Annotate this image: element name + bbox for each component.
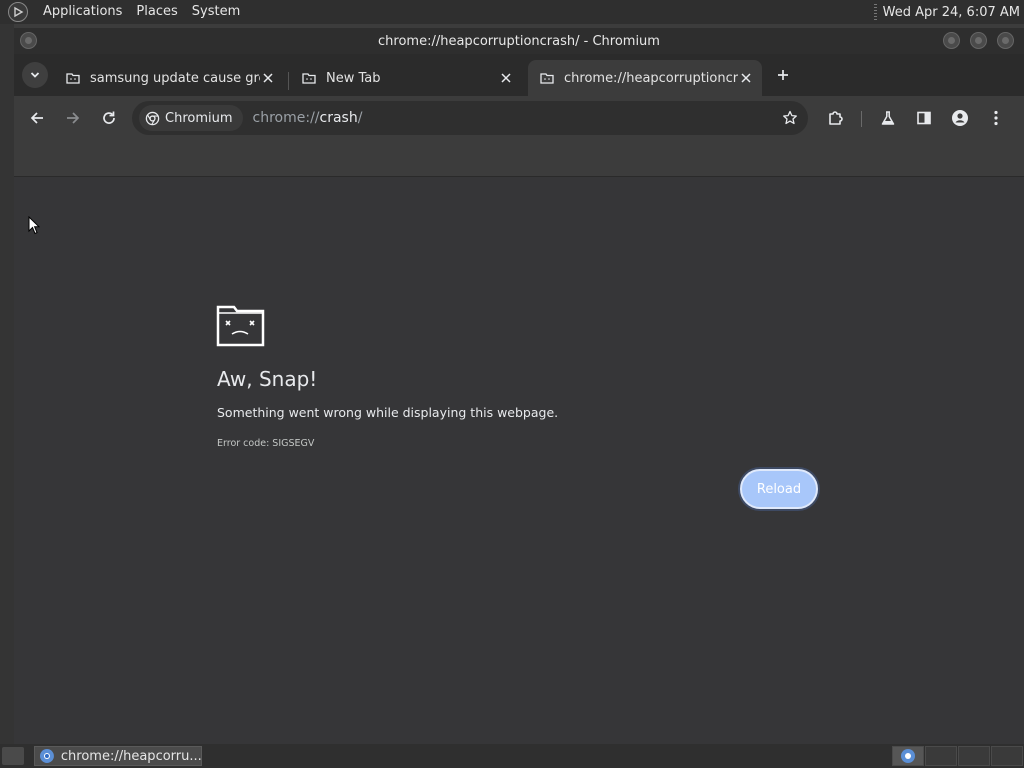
error-code: Error code: SIGSEGV (217, 438, 315, 449)
sad-file-icon (302, 73, 316, 84)
browser-window: chrome://heapcorruptioncrash/ - Chromium… (14, 28, 1024, 744)
chromium-logo-icon (39, 749, 54, 763)
taskbar-item-label: chrome://heapcorru... (60, 748, 201, 764)
arrow-right-icon (67, 112, 80, 124)
arrow-left-icon (30, 112, 43, 124)
chevron-down-icon (30, 72, 40, 78)
bottom-panel: chrome://heapcorru... (0, 744, 1024, 768)
bookmarks-bar (14, 140, 1024, 177)
sad-file-icon (66, 73, 80, 84)
minimize-button[interactable] (943, 32, 960, 49)
url-text[interactable]: chrome://crash/ (253, 110, 363, 126)
avatar-icon (952, 110, 968, 126)
back-button[interactable] (25, 106, 49, 130)
url-host: crash (319, 110, 358, 126)
applications-menu[interactable]: Applications (36, 0, 129, 24)
forward-button[interactable] (61, 106, 85, 130)
tab-title: chrome://heapcorruptioncrash/ (564, 70, 738, 86)
tab-divider (288, 72, 289, 90)
close-tab-icon[interactable] (498, 70, 514, 86)
profile-button[interactable] (948, 106, 972, 130)
url-path: / (357, 110, 363, 126)
top-panel: Applications Places System Wed Apr 24, 6… (0, 0, 1024, 24)
sad-file-icon (540, 73, 554, 84)
mouse-cursor-icon (28, 216, 40, 235)
desktop-edge (0, 24, 14, 744)
new-tab-button[interactable] (772, 64, 794, 86)
menu-button[interactable] (984, 106, 1008, 130)
workspace-2[interactable] (925, 746, 957, 766)
kebab-menu-icon (994, 110, 998, 126)
taskbar-item-chromium[interactable]: chrome://heapcorru... (34, 746, 202, 766)
workspace-3[interactable] (958, 746, 990, 766)
puzzle-icon (829, 111, 843, 125)
maximize-button[interactable] (970, 32, 987, 49)
plus-icon (778, 70, 788, 80)
flask-icon (881, 111, 895, 125)
window-title-bar[interactable]: chrome://heapcorruptioncrash/ - Chromium (14, 28, 1024, 54)
tab-search-button[interactable] (22, 62, 48, 88)
chromium-logo-icon (901, 749, 915, 763)
window-menu-button[interactable] (20, 32, 37, 49)
reload-button[interactable]: Reload (740, 469, 818, 509)
clock[interactable]: Wed Apr 24, 6:07 AM (883, 5, 1020, 20)
bookmark-star-button[interactable] (780, 108, 800, 128)
tab-3-active[interactable]: chrome://heapcorruptioncrash/ (528, 60, 762, 96)
window-title: chrome://heapcorruptioncrash/ - Chromium (378, 33, 660, 49)
tab-title: samsung update cause green (90, 70, 260, 86)
tab-2[interactable]: New Tab (290, 60, 522, 96)
side-panel-button[interactable] (912, 106, 936, 130)
workspace-4[interactable] (991, 746, 1023, 766)
tab-title: New Tab (326, 70, 381, 86)
error-message: Something went wrong while displaying th… (217, 405, 559, 420)
side-panel-icon (917, 111, 931, 125)
url-scheme: chrome:// (252, 110, 320, 126)
show-desktop-button[interactable] (2, 747, 24, 765)
chromium-logo-icon (145, 111, 160, 125)
close-tab-icon[interactable] (260, 70, 276, 86)
close-window-button[interactable] (997, 32, 1014, 49)
omnibox[interactable]: Chromium chrome://crash/ (132, 101, 808, 135)
refresh-icon (103, 111, 115, 124)
distro-logo-icon[interactable] (8, 2, 28, 22)
places-menu[interactable]: Places (129, 0, 184, 24)
extensions-button[interactable] (824, 106, 848, 130)
tab-1[interactable]: samsung update cause green (54, 60, 284, 96)
site-chip-label: Chromium (165, 110, 233, 126)
workspace-1[interactable] (892, 746, 924, 766)
star-icon (783, 110, 797, 125)
system-menu[interactable]: System (185, 0, 247, 24)
sad-tab-icon (216, 305, 265, 347)
tab-strip: samsung update cause green New Tab chrom… (14, 54, 1024, 96)
toolbar: Chromium chrome://crash/ (14, 96, 1024, 140)
page-content: Aw, Snap! Something went wrong while dis… (14, 177, 1024, 744)
toolbar-divider (861, 111, 862, 127)
reload-toolbar-button[interactable] (97, 106, 121, 130)
error-title: Aw, Snap! (217, 367, 318, 391)
labs-button[interactable] (876, 106, 900, 130)
site-info-chip[interactable]: Chromium (139, 105, 243, 131)
panel-separator (873, 4, 877, 20)
close-tab-icon[interactable] (738, 70, 754, 86)
